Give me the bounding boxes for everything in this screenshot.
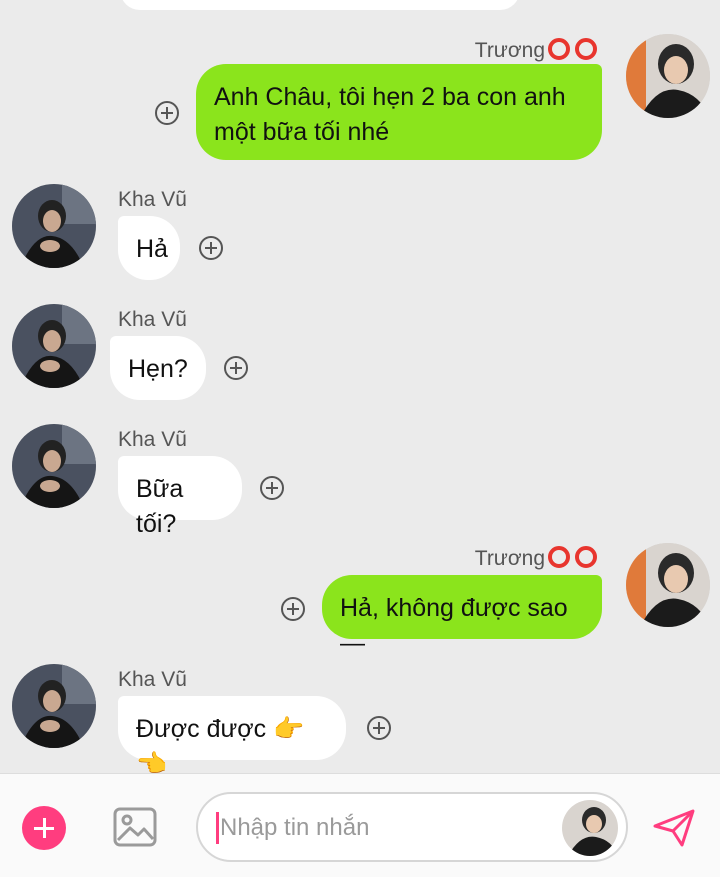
message-input-placeholder: Nhập tin nhắn xyxy=(220,814,370,841)
sender-name: Trương xyxy=(475,546,602,574)
message-bubble[interactable]: Được được 👉👈 xyxy=(118,696,346,778)
message-composer: Nhập tin nhắn xyxy=(0,773,720,877)
sender-name-text: Trương xyxy=(474,547,545,570)
two-rings-icon xyxy=(546,546,602,574)
sender-avatar[interactable] xyxy=(12,304,96,388)
sender-name: Trương xyxy=(475,38,602,66)
send-icon[interactable] xyxy=(652,808,696,848)
chat-area[interactable]: Trương Anh Châu, tôi hẹn 2 ba con anh mộ… xyxy=(0,0,720,778)
sender-name: Kha Vũ xyxy=(118,308,187,331)
add-reaction-icon[interactable] xyxy=(224,356,248,380)
sender-avatar[interactable] xyxy=(12,424,96,508)
previous-message-bubble[interactable] xyxy=(120,0,520,10)
message-bubble[interactable]: Hả xyxy=(118,216,180,280)
message-bubble[interactable]: Bữa tối? xyxy=(118,456,242,538)
sender-name-text: Trương xyxy=(474,39,545,62)
sender-name: Kha Vũ xyxy=(118,668,187,691)
sender-name: Kha Vũ xyxy=(118,428,187,451)
add-reaction-icon[interactable] xyxy=(260,476,284,500)
image-picker-icon[interactable] xyxy=(112,804,158,850)
add-reaction-icon[interactable] xyxy=(367,716,391,740)
sender-avatar[interactable] xyxy=(626,34,710,118)
sender-avatar[interactable] xyxy=(626,543,710,627)
add-reaction-icon[interactable] xyxy=(155,101,179,125)
message-input[interactable]: Nhập tin nhắn xyxy=(196,792,628,862)
add-reaction-icon[interactable] xyxy=(199,236,223,260)
add-reaction-icon[interactable] xyxy=(281,597,305,621)
add-attachment-button[interactable] xyxy=(22,806,66,850)
sender-avatar[interactable] xyxy=(12,184,96,268)
text-cursor xyxy=(216,812,219,844)
sender-name: Kha Vũ xyxy=(118,188,187,211)
message-bubble[interactable]: Anh Châu, tôi hẹn 2 ba con anh một bữa t… xyxy=(196,64,602,160)
message-bubble[interactable]: Hả, không được sao— xyxy=(322,575,602,657)
sender-avatar[interactable] xyxy=(12,664,96,748)
message-bubble[interactable]: Hẹn? xyxy=(110,336,206,400)
sender-identity-avatar[interactable] xyxy=(562,800,618,856)
two-rings-icon xyxy=(546,38,602,66)
